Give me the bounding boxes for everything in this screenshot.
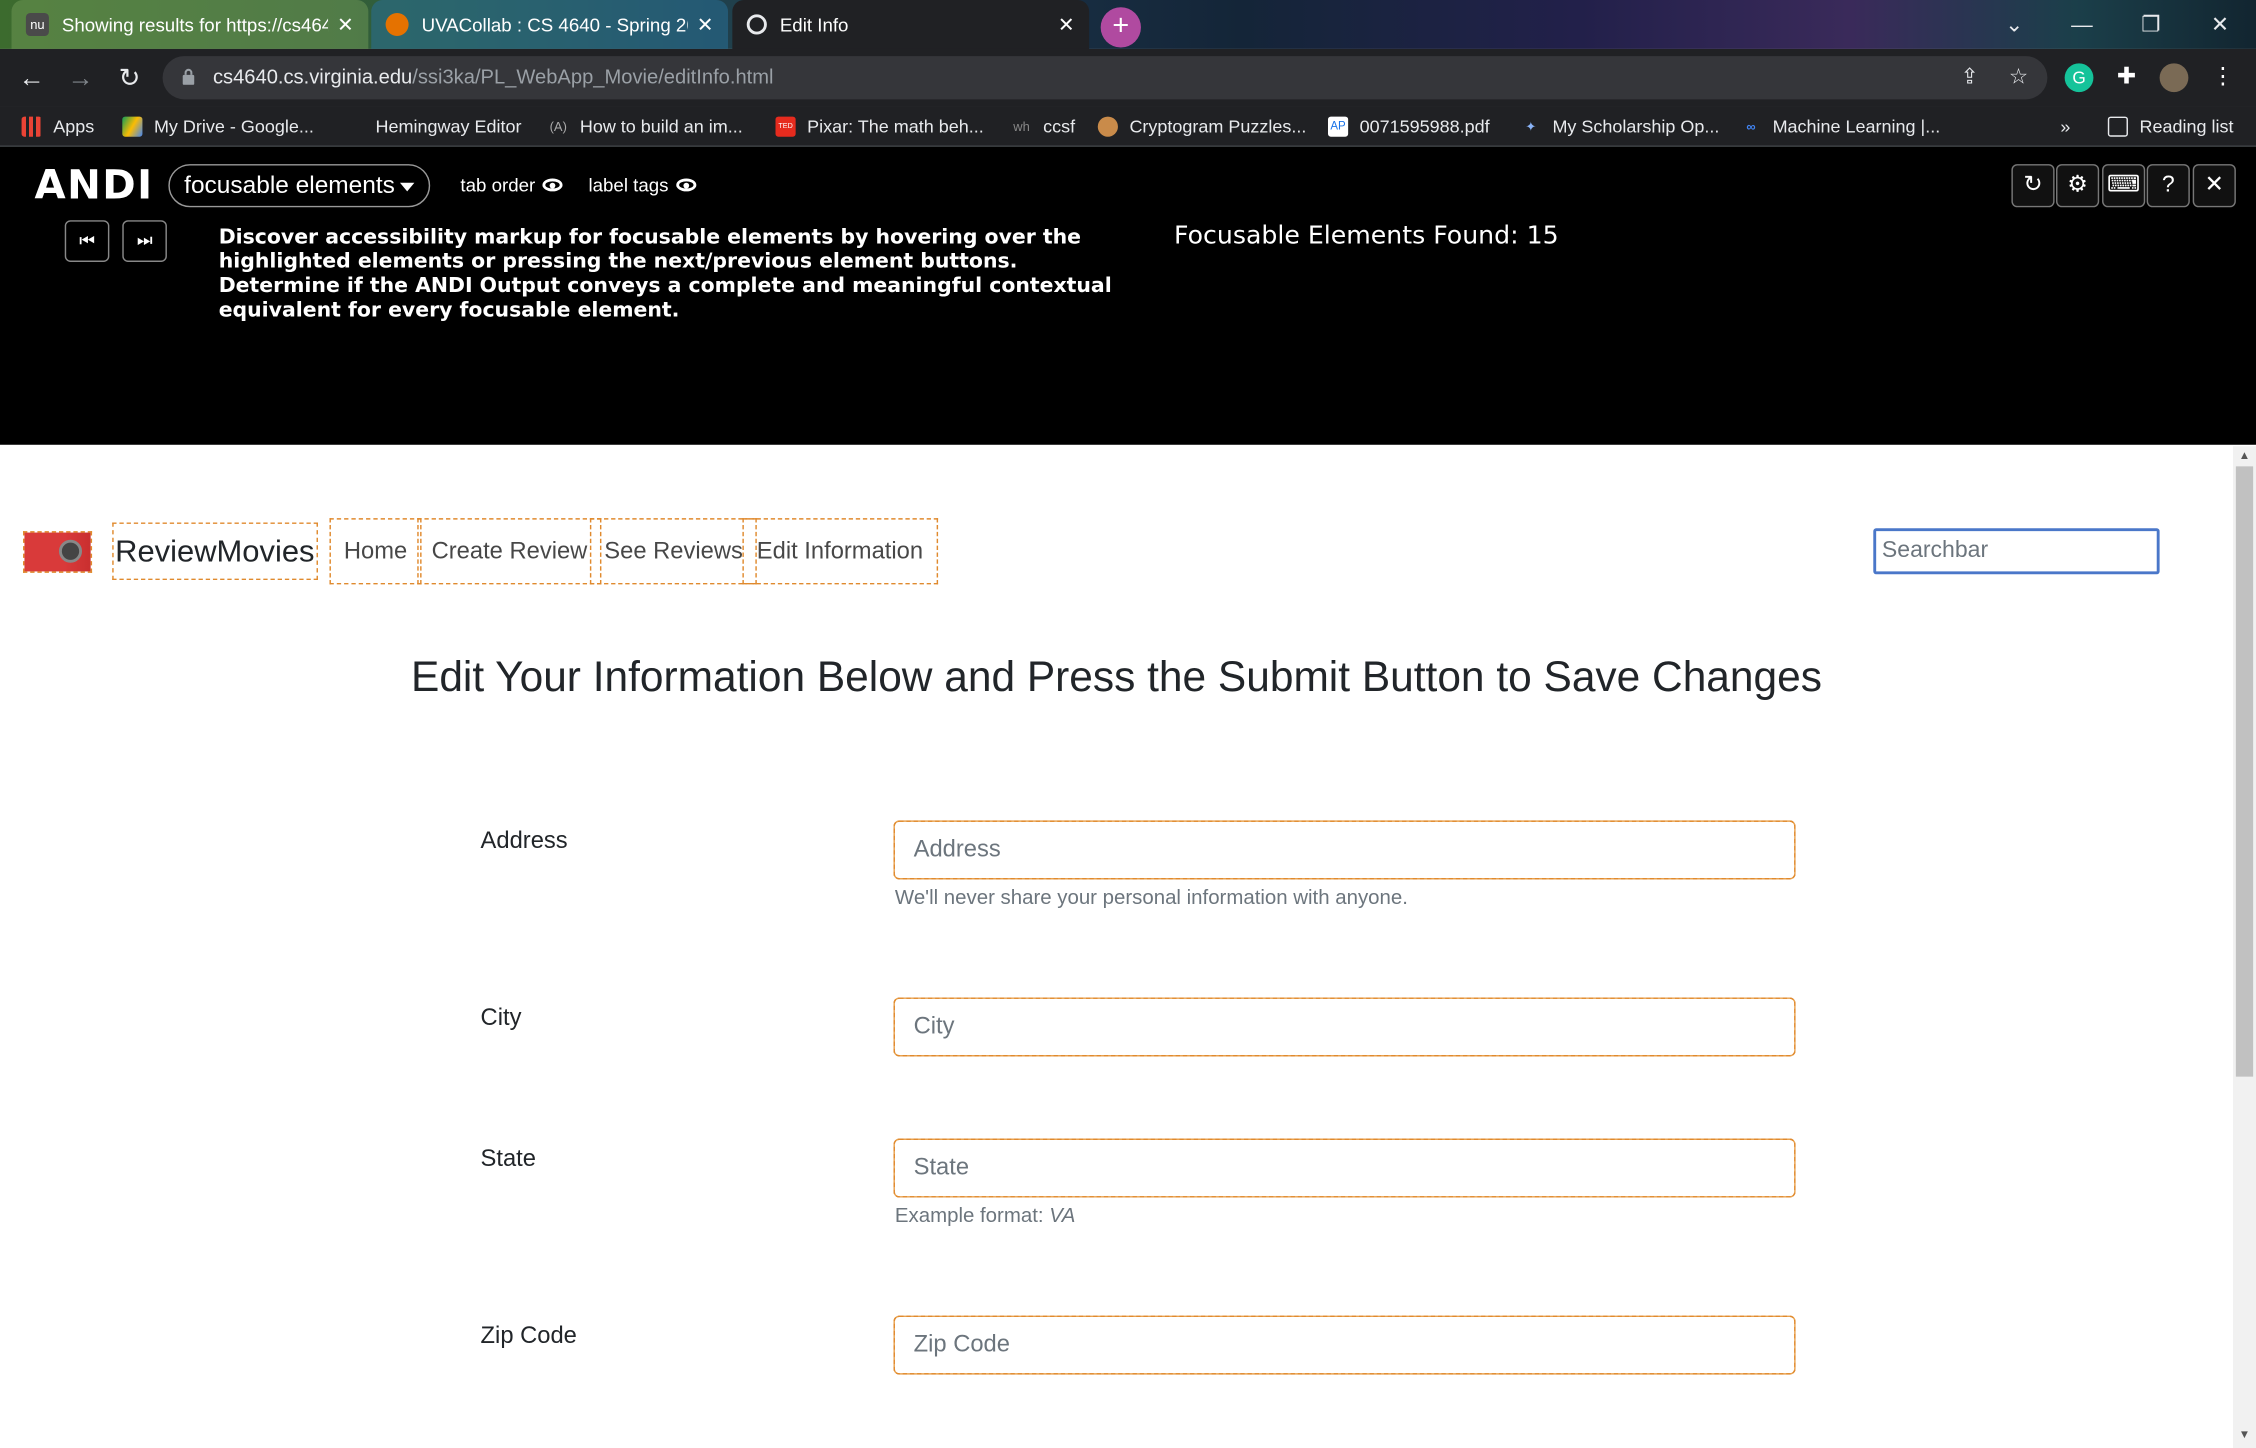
state-label: State — [480, 1145, 536, 1172]
scrollbar-thumb[interactable] — [2235, 466, 2254, 1077]
tab-title: UVACollab : CS 4640 - Spring 202 — [421, 13, 689, 36]
browser-toolbar: ← → ↻ cs4640.cs.virginia.edu/ssi3ka/PL_W… — [0, 48, 2256, 107]
ccsf-icon: wh — [1013, 119, 1030, 134]
bookmark-hemingway[interactable]: Hemingway Editor — [344, 107, 522, 147]
nav-create-review-link[interactable]: Create Review — [417, 518, 602, 585]
address-help-text: We'll never share your personal informat… — [894, 886, 1408, 910]
page-content: ReviewMovies Home Create Review See Revi… — [0, 446, 2233, 1448]
tab-title: Edit Info — [779, 13, 849, 36]
share-icon[interactable]: ⇪ — [1955, 63, 1984, 92]
close-tab-icon[interactable]: ✕ — [337, 12, 354, 36]
andi-previous-element-button[interactable]: ⏮ — [64, 220, 110, 262]
scholarship-icon: ✦ — [1525, 119, 1537, 134]
reading-list-icon — [2107, 116, 2128, 137]
eye-icon — [675, 178, 696, 192]
tab-order-toggle[interactable]: tab order — [460, 174, 563, 196]
zip-code-field[interactable] — [893, 1315, 1796, 1375]
zip-code-label: Zip Code — [480, 1322, 577, 1349]
state-field[interactable] — [893, 1138, 1796, 1198]
bookmark-pdf[interactable]: AP 0071595988.pdf — [1327, 107, 1490, 147]
browser-menu-icon[interactable]: ⋮ — [2209, 63, 2238, 92]
scroll-down-icon[interactable]: ▼ — [2237, 1428, 2251, 1441]
browser-tab-strip: nu Showing results for https://cs464 ✕ U… — [0, 0, 2256, 49]
bookmark-build[interactable]: (A) How to build an im... — [548, 107, 743, 147]
hemingway-icon — [344, 117, 364, 137]
bookmark-cryptogram[interactable]: Cryptogram Puzzles... — [1097, 107, 1306, 147]
url-text: cs4640.cs.virginia.edu/ssi3ka/PL_WebApp_… — [212, 64, 774, 88]
andi-toolbar: ANDI focusable elements tab order label … — [0, 146, 2256, 445]
bookmark-apps[interactable]: Apps — [21, 107, 94, 147]
minimize-icon[interactable]: — — [2049, 0, 2115, 49]
address-field[interactable] — [893, 820, 1796, 880]
andi-keyboard-button[interactable]: ⌨ — [2102, 164, 2146, 208]
andi-module-description: Discover accessibility markup for focusa… — [218, 225, 1112, 323]
coursera-icon: ∞ — [1746, 119, 1756, 134]
back-arrow-icon[interactable]: ← — [14, 60, 49, 95]
restore-icon[interactable]: ❐ — [2118, 0, 2184, 49]
new-tab-button[interactable]: + — [1100, 7, 1141, 48]
bookmark-pixar[interactable]: TED Pixar: The math beh... — [775, 107, 984, 147]
andi-focusable-count: Focusable Elements Found: 15 — [1174, 221, 1559, 251]
andi-favicon-icon: nu — [25, 12, 49, 36]
andi-next-element-button[interactable]: ⏭ — [122, 220, 167, 262]
apps-grid-icon — [21, 116, 42, 137]
bookmark-ccsf[interactable]: wh ccsf — [1011, 107, 1075, 147]
andi-close-button[interactable]: ✕ — [2192, 164, 2236, 208]
close-tab-icon[interactable]: ✕ — [697, 12, 714, 36]
city-label: City — [480, 1004, 522, 1031]
bookmark-star-icon[interactable]: ☆ — [2004, 63, 2033, 92]
label-tags-toggle[interactable]: label tags — [588, 174, 696, 196]
andi-settings-button[interactable]: ⚙ — [2056, 164, 2100, 208]
andi-module-select[interactable]: focusable elements — [168, 164, 431, 208]
andi-refresh-button[interactable]: ↻ — [2011, 164, 2055, 208]
film-reel-icon — [58, 539, 83, 563]
ted-icon: TED — [775, 116, 796, 137]
tab-title: Showing results for https://cs464 — [61, 13, 329, 36]
forward-arrow-icon[interactable]: → — [63, 60, 98, 95]
reading-list[interactable]: Reading list — [2107, 107, 2233, 147]
nav-see-reviews-link[interactable]: See Reviews — [589, 518, 758, 585]
andi-help-button[interactable]: ? — [2146, 164, 2190, 208]
chevron-down-icon — [400, 182, 416, 191]
site-brand-link[interactable]: ReviewMovies — [112, 522, 318, 581]
scroll-up-icon[interactable]: ▲ — [2237, 449, 2251, 462]
nav-edit-information-link[interactable]: Edit Information — [742, 518, 938, 585]
cryptogram-icon — [1097, 116, 1118, 137]
browser-tab-andi-results[interactable]: nu Showing results for https://cs464 ✕ — [11, 0, 369, 49]
andi-logo[interactable]: ANDI — [35, 161, 154, 208]
google-drive-icon — [122, 116, 143, 137]
tab-search-icon[interactable]: ⌄ — [1981, 0, 2047, 49]
bookmarks-overflow-icon[interactable]: » — [2060, 107, 2070, 147]
page-scrollbar[interactable]: ▲ ▼ — [2232, 446, 2256, 1448]
bookmark-my-drive[interactable]: My Drive - Google... — [122, 107, 314, 147]
page-title: Edit Your Information Below and Press th… — [411, 653, 1822, 701]
bookmark-site-icon: (A) — [549, 119, 567, 134]
browser-tab-uvacollab[interactable]: UVACollab : CS 4640 - Spring 202 ✕ — [371, 0, 729, 49]
state-help-text: Example format: VA — [894, 1204, 1076, 1228]
site-logo[interactable] — [23, 531, 93, 573]
reload-icon[interactable]: ↻ — [112, 60, 147, 95]
eye-icon — [542, 178, 563, 192]
search-input[interactable] — [1873, 528, 2160, 575]
close-window-icon[interactable]: ✕ — [2187, 0, 2253, 49]
grammarly-extension-icon[interactable]: G — [2064, 63, 2094, 93]
extensions-puzzle-icon[interactable]: ✚ — [2112, 63, 2141, 92]
bookmark-scholarship[interactable]: ✦ My Scholarship Op... — [1521, 107, 1719, 147]
nav-home-link[interactable]: Home — [329, 518, 422, 585]
close-tab-icon[interactable]: ✕ — [1058, 12, 1075, 36]
bookmark-machine-learning[interactable]: ∞ Machine Learning |... — [1741, 107, 1940, 147]
address-bar[interactable]: cs4640.cs.virginia.edu/ssi3ka/PL_WebApp_… — [162, 56, 2048, 100]
address-label: Address — [480, 827, 568, 854]
profile-avatar[interactable] — [2159, 63, 2189, 93]
globe-icon — [746, 14, 767, 35]
city-field[interactable] — [893, 997, 1796, 1057]
lock-icon — [182, 68, 195, 85]
pdf-icon: AP — [1327, 116, 1349, 137]
browser-tab-edit-info[interactable]: Edit Info ✕ — [732, 0, 1090, 49]
bookmarks-bar: Apps My Drive - Google... Hemingway Edit… — [0, 106, 2256, 147]
uvacollab-favicon-icon — [385, 12, 409, 36]
